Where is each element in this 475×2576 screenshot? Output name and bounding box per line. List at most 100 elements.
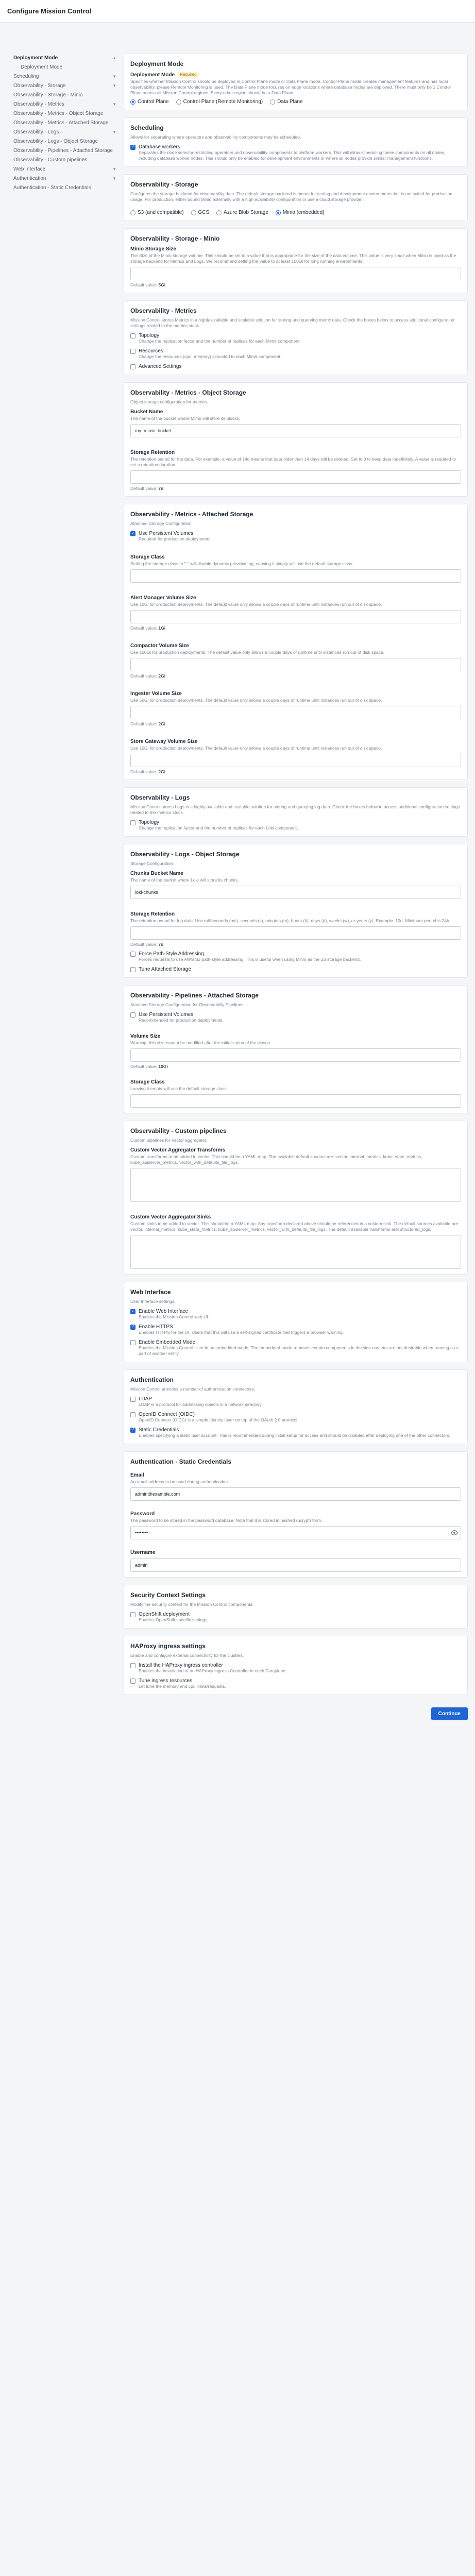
- sidebar-item[interactable]: Observability - Storage - Minio: [7, 91, 116, 100]
- radio-data-plane[interactable]: Data Plane: [270, 99, 303, 105]
- sidebar-item[interactable]: Observability - Custom pipelines: [7, 156, 116, 165]
- sidebar-item[interactable]: Observability - Pipelines - Attached Sto…: [7, 146, 116, 156]
- radio-s3[interactable]: S3 (and compatible): [130, 210, 184, 215]
- radio-minio[interactable]: Minio (embedded): [275, 210, 325, 215]
- chevron-down-icon[interactable]: ▼: [112, 82, 116, 90]
- logs-retention-input[interactable]: [130, 926, 461, 940]
- metrics-attached-storage-card: Observability - Metrics - Attached Stora…: [124, 504, 468, 780]
- openshift-checkbox[interactable]: OpenShift deployment Enables OpenShift sp…: [130, 1612, 461, 1623]
- checkbox-box[interactable]: [130, 1397, 135, 1402]
- radio-dot[interactable]: [270, 99, 276, 105]
- continue-button[interactable]: Continue: [431, 1707, 468, 1720]
- pipelines-storage-class-input[interactable]: [130, 1094, 461, 1108]
- radio-dot[interactable]: [216, 210, 222, 215]
- use-persistent-volumes-checkbox[interactable]: Use Persistent VolumesRequired for produ…: [130, 531, 461, 542]
- checkbox-box[interactable]: [130, 1012, 135, 1018]
- chevron-down-icon[interactable]: ▼: [112, 175, 116, 183]
- logs-topology-checkbox[interactable]: Topology Change the replication factor an…: [130, 820, 461, 831]
- checkbox-box[interactable]: [130, 1427, 135, 1433]
- enable-embedded-mode-checkbox[interactable]: Enable Embedded Mode Enables the Mission …: [130, 1340, 461, 1357]
- sidebar-item[interactable]: Observability - Metrics - Attached Stora…: [7, 118, 116, 128]
- sidebar-item[interactable]: Authentication ▼: [7, 174, 116, 183]
- checkbox-box[interactable]: [130, 1679, 135, 1684]
- radio-dot[interactable]: [275, 210, 281, 215]
- radio-dot[interactable]: [191, 210, 196, 215]
- eye-icon[interactable]: [451, 1529, 458, 1536]
- section-desc: Modify the security context for the Miss…: [130, 1602, 254, 1607]
- checkbox-box[interactable]: [130, 1324, 135, 1330]
- minio-size-input[interactable]: [130, 267, 461, 280]
- tune-ingress-resources-checkbox[interactable]: Tune ingress resources Let tune the memor…: [130, 1678, 461, 1689]
- radio-control-plane-remote[interactable]: Control Plane (Remote Monitoring): [176, 99, 263, 105]
- storage-retention-input[interactable]: [130, 470, 461, 484]
- ldap-checkbox[interactable]: LDAP LDAP is a protocol for addressing ob…: [130, 1396, 461, 1408]
- checkbox-box[interactable]: [130, 1663, 135, 1668]
- metrics-resources-checkbox[interactable]: Resources Change the resources (cpu, memo…: [130, 348, 461, 360]
- sidebar-item[interactable]: Scheduling ▼: [7, 72, 116, 81]
- sidebar-item[interactable]: Deployment Mode: [7, 63, 116, 72]
- checkbox-box[interactable]: [130, 1309, 135, 1314]
- store-gateway-volume-input[interactable]: [130, 754, 461, 767]
- custom-transforms-textarea[interactable]: [130, 1168, 461, 1202]
- checkbox-box[interactable]: [130, 1340, 135, 1345]
- force-path-style-checkbox[interactable]: Force Path-Style Addressing Forces reques…: [130, 951, 461, 962]
- enable-https-checkbox[interactable]: Enable HTTPSEnables HTTPS for the UI. Us…: [130, 1324, 461, 1335]
- custom-sinks-textarea[interactable]: [130, 1235, 461, 1269]
- alert-manager-volume-input[interactable]: [130, 610, 461, 623]
- checkbox-box[interactable]: [130, 531, 135, 536]
- static-credentials-checkbox[interactable]: Static CredentialsEnables specifying a s…: [130, 1427, 461, 1438]
- metrics-topology-checkbox[interactable]: Topology Change the replication factor an…: [130, 333, 461, 344]
- checkbox-box[interactable]: [130, 333, 135, 338]
- pipelines-persistent-volumes-checkbox[interactable]: Use Persistent Volumes Recommended for pr…: [130, 1012, 461, 1023]
- storage-class-input[interactable]: [130, 569, 461, 583]
- email-field[interactable]: [130, 1487, 461, 1501]
- checkbox-box[interactable]: [130, 820, 135, 825]
- sidebar-item[interactable]: Web Interface ▼: [7, 165, 116, 174]
- chevron-down-icon[interactable]: ▼: [112, 73, 116, 81]
- store-gateway-volume-label: Store Gateway Volume Size: [130, 739, 198, 744]
- sidebar-item[interactable]: Observability - Storage ▼: [7, 81, 116, 91]
- enable-web-interface-checkbox[interactable]: Enable Web InterfaceEnables the Mission …: [130, 1309, 461, 1320]
- sidebar-item[interactable]: Deployment Mode ▲: [7, 54, 116, 63]
- compactor-volume-input[interactable]: [130, 658, 461, 671]
- sidebar-item[interactable]: Observability - Logs - Object Storage: [7, 137, 116, 146]
- alert-manager-volume-label: Alert Manager Volume Size: [130, 595, 196, 601]
- install-haproxy-checkbox[interactable]: Install the HAProxy ingress controller En…: [130, 1663, 461, 1674]
- radio-control-plane[interactable]: Control Plane: [130, 99, 169, 105]
- ingester-volume-input[interactable]: [130, 706, 461, 719]
- observability-storage-card: Observability - Storage Configures the s…: [124, 174, 468, 221]
- chevron-down-icon[interactable]: ▼: [112, 100, 116, 109]
- username-field[interactable]: [130, 1558, 461, 1572]
- sidebar-item[interactable]: Authentication - Static Credentials: [7, 183, 116, 193]
- chunks-bucket-input[interactable]: [130, 886, 461, 899]
- checkbox-box[interactable]: [130, 1412, 135, 1417]
- radio-dot[interactable]: [130, 210, 135, 215]
- checkbox-box[interactable]: [130, 349, 135, 354]
- chevron-down-icon[interactable]: ▲: [112, 54, 116, 62]
- sidebar-item[interactable]: Observability - Metrics ▼: [7, 100, 116, 109]
- sidebar-item[interactable]: Observability - Logs ▼: [7, 128, 116, 137]
- checkbox-box[interactable]: [130, 144, 135, 150]
- metrics-advanced-checkbox[interactable]: Advanced Settings: [130, 364, 461, 369]
- sidebar-item[interactable]: Observability - Metrics - Object Storage: [7, 109, 116, 118]
- radio-dot[interactable]: [130, 99, 135, 105]
- radio-gcs[interactable]: GCS: [191, 210, 209, 215]
- checkbox-box[interactable]: [130, 967, 135, 972]
- checkbox-box[interactable]: [130, 364, 135, 369]
- bucket-name-input[interactable]: [130, 424, 461, 437]
- password-field[interactable]: [130, 1526, 461, 1539]
- radio-azure[interactable]: Azure Blob Storage: [216, 210, 268, 215]
- radio-dot[interactable]: [176, 99, 181, 105]
- default-value: Default value: 2Gi: [130, 673, 166, 679]
- volume-size-input[interactable]: [130, 1048, 461, 1062]
- database-workers-checkbox[interactable]: Database workers Separates the node sele…: [130, 144, 461, 161]
- checkbox-box[interactable]: [130, 952, 135, 957]
- tune-attached-storage-checkbox[interactable]: Tune Attached Storage: [130, 967, 461, 972]
- section-title: HAProxy ingress settings: [130, 1642, 206, 1650]
- deployment-mode-label: Deployment Mode: [130, 72, 175, 78]
- chevron-down-icon[interactable]: ▼: [112, 128, 116, 137]
- section-title: Authentication - Static Credentials: [130, 1458, 232, 1465]
- chevron-down-icon[interactable]: ▼: [112, 165, 116, 174]
- oidc-checkbox[interactable]: OpenID Connect (OIDC) OpenID Connect (OID…: [130, 1412, 461, 1423]
- checkbox-box[interactable]: [130, 1612, 135, 1617]
